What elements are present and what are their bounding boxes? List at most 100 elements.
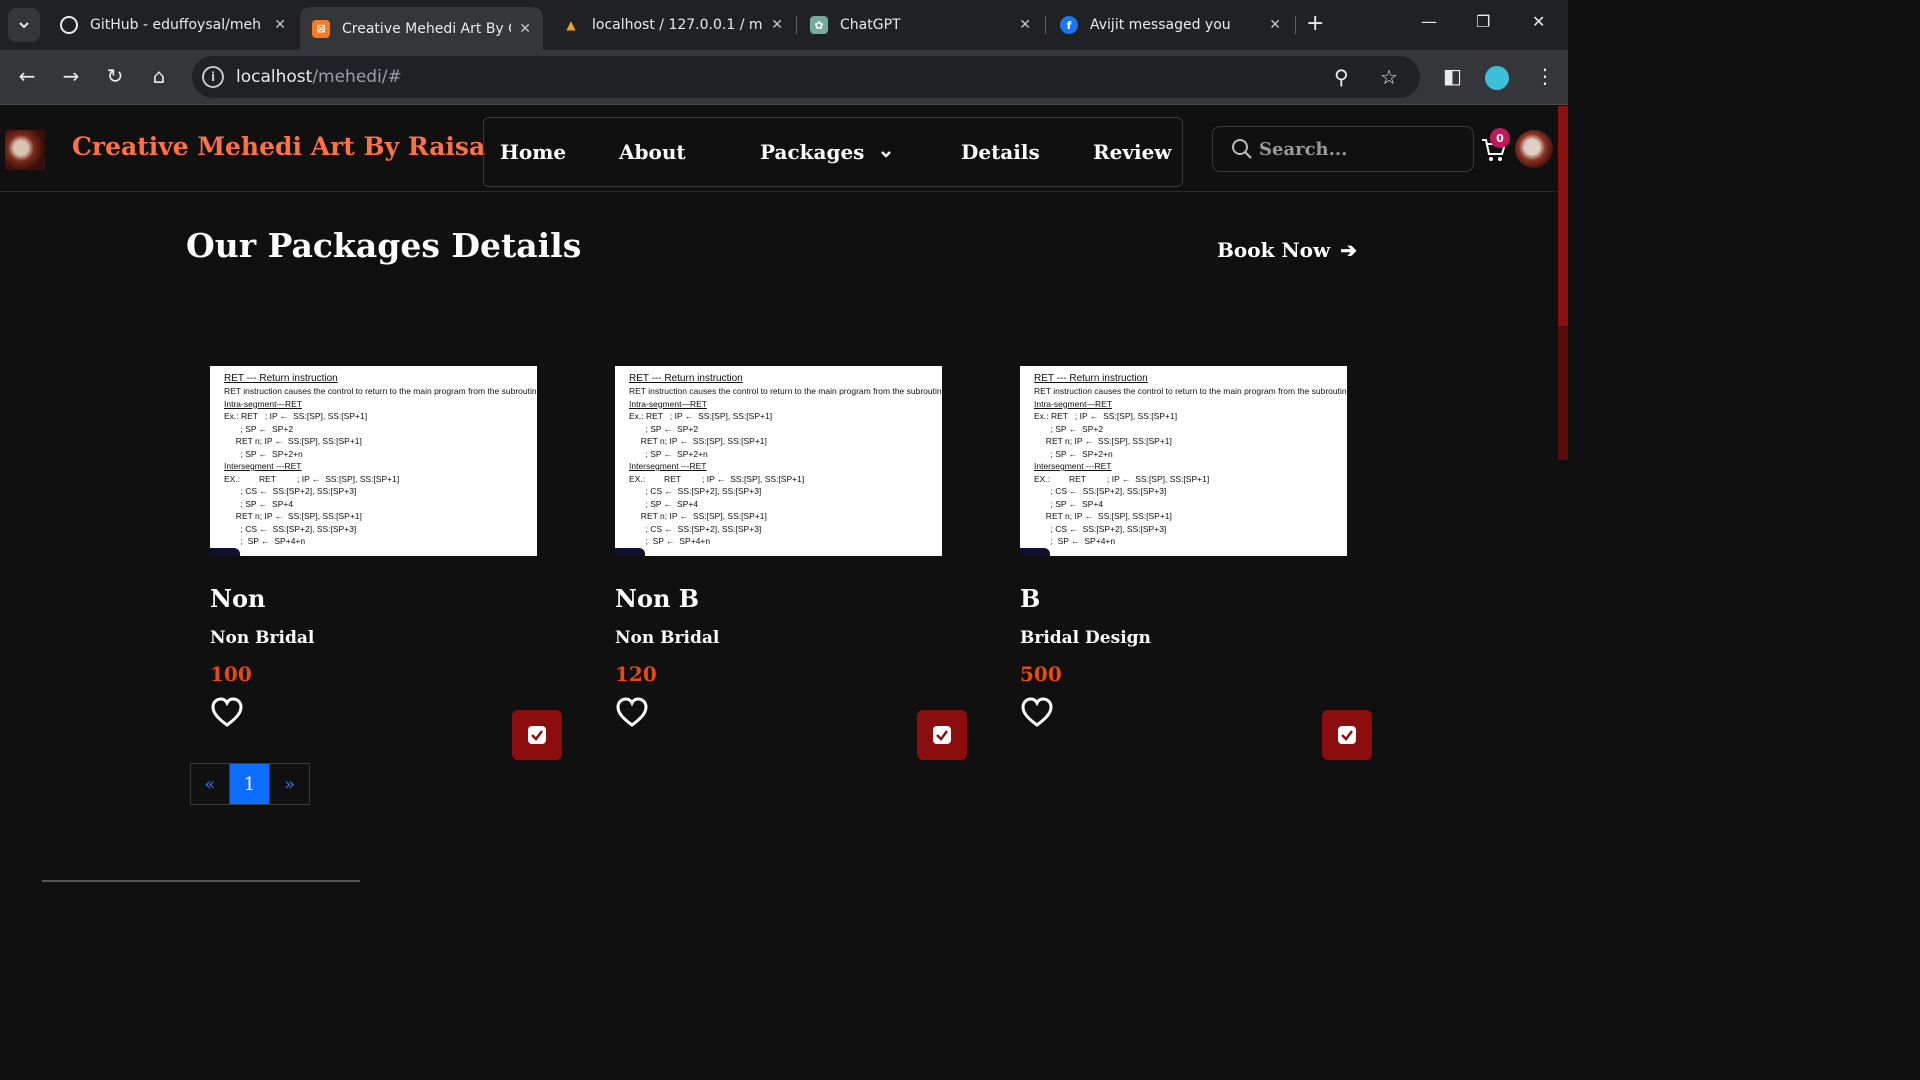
- minimize-icon[interactable]: —: [1421, 12, 1437, 31]
- forward-arrow-icon[interactable]: →: [58, 64, 84, 88]
- package-name: Non: [210, 584, 266, 613]
- tab-separator: [1045, 16, 1046, 34]
- close-icon[interactable]: ✕: [771, 17, 783, 33]
- tab-title: ChatGPT: [840, 17, 901, 33]
- thumbnail-text-line: ; SP ← SP+4+n: [1034, 536, 1116, 546]
- tab-github[interactable]: GitHub - eduffoysal/meh ✕: [48, 7, 298, 43]
- profile-avatar-icon[interactable]: [1485, 66, 1509, 90]
- avatar[interactable]: [1515, 130, 1553, 168]
- thumbnail-text-line: RET n; IP ← SS:[SP], SS:[SP+1]: [629, 436, 767, 446]
- thumbnail-text-line: Intersegment ---RET: [1034, 461, 1112, 471]
- image-corner: [1020, 548, 1050, 556]
- heart-icon[interactable]: [210, 696, 244, 728]
- package-card: RET --- Return instruction RET instructio…: [210, 366, 562, 761]
- pagination-next-button[interactable]: »: [270, 764, 309, 804]
- thumbnail-text-line: RET n; IP ← SS:[SP], SS:[SP+1]: [1034, 436, 1172, 446]
- package-price: 500: [1020, 662, 1062, 686]
- book-now-link[interactable]: Book Now ➔: [1217, 238, 1357, 262]
- menu-item-about[interactable]: About: [619, 140, 686, 164]
- thumbnail-text-line: Intersegment ---RET: [629, 461, 707, 471]
- menu-item-home[interactable]: Home: [500, 140, 566, 164]
- search-icon: [1232, 139, 1252, 159]
- add-to-cart-button[interactable]: [512, 710, 562, 760]
- close-icon[interactable]: ✕: [1019, 17, 1031, 33]
- xampp-icon: ⊠: [312, 19, 330, 38]
- scrollbar-thumb[interactable]: [1558, 106, 1568, 326]
- page-content: Creative Mehedi Art By Raisa Home About …: [0, 106, 1558, 882]
- thumbnail-text-line: RET --- Return instruction: [629, 373, 743, 384]
- brand-title[interactable]: Creative Mehedi Art By Raisa: [72, 132, 485, 161]
- back-arrow-icon[interactable]: ←: [14, 64, 40, 88]
- window-close-icon[interactable]: ✕: [1532, 12, 1545, 31]
- thumbnail-text-line: Intra-segment—RET: [1034, 398, 1112, 409]
- url-host: localhost: [236, 67, 313, 87]
- package-price: 120: [615, 662, 657, 686]
- pagination: « 1 »: [190, 763, 310, 805]
- chatgpt-icon: ✿: [810, 16, 828, 34]
- more-menu-icon[interactable]: ⋮: [1535, 64, 1555, 88]
- thumbnail-text-line: RET n; IP ← SS:[SP], SS:[SP+1]: [629, 511, 767, 521]
- thumbnail-text-line: ; SP ← SP+4: [224, 498, 294, 509]
- search-box: [1212, 126, 1474, 172]
- thumbnail-text-line: EX.: RET ; IP ← SS:[SP], SS:[SP+1]: [1034, 473, 1210, 484]
- site-navbar: Creative Mehedi Art By Raisa Home About …: [0, 106, 1558, 192]
- package-image[interactable]: RET --- Return instruction RET instructio…: [1020, 366, 1347, 556]
- bookmark-star-icon[interactable]: ☆: [1380, 65, 1398, 89]
- check-square-icon: [933, 726, 951, 744]
- facebook-icon: f: [1060, 16, 1078, 34]
- package-image[interactable]: RET --- Return instruction RET instructio…: [210, 366, 537, 556]
- image-corner: [615, 548, 645, 556]
- url-path: /mehedi/#: [312, 67, 402, 87]
- tab-separator: [1295, 16, 1296, 34]
- tab-phpmyadmin[interactable]: ▲ localhost / 127.0.0.1 / me ✕: [550, 7, 795, 43]
- heart-icon[interactable]: [615, 696, 649, 728]
- logo-image[interactable]: [5, 130, 45, 170]
- scrollbar-track-highlight: [1558, 326, 1568, 460]
- pagination-page-button[interactable]: 1: [230, 764, 270, 804]
- side-panel-icon[interactable]: ◧: [1443, 64, 1462, 88]
- package-category: Bridal Design: [1020, 628, 1151, 648]
- browser-tab-bar: GitHub - eduffoysal/meh ✕ ⊠ Creative Meh…: [0, 0, 1568, 50]
- tab-creative-mehedi[interactable]: ⊠ Creative Mehedi Art By C ✕: [300, 7, 543, 50]
- thumbnail-text-line: Ex.: RET ; IP ← SS:[SP], SS:[SP+1]: [224, 411, 368, 421]
- close-icon[interactable]: ✕: [519, 21, 531, 37]
- thumbnail-text-line: RET n; IP ← SS:[SP], SS:[SP+1]: [1034, 511, 1172, 521]
- pagination-prev-button[interactable]: «: [191, 764, 230, 804]
- add-to-cart-button[interactable]: [917, 710, 967, 760]
- thumbnail-text-line: ; SP ← SP+4: [629, 498, 699, 509]
- chevron-down-icon: [881, 150, 892, 158]
- heart-icon[interactable]: [1020, 696, 1054, 728]
- address-bar[interactable]: i localhost/mehedi/# ⚲ ☆: [192, 56, 1420, 98]
- restore-icon[interactable]: ❐: [1476, 12, 1490, 31]
- close-icon[interactable]: ✕: [274, 17, 286, 33]
- tab-title: Avijit messaged you: [1090, 17, 1231, 33]
- thumbnail-text-line: Ex.: RET ; IP ← SS:[SP], SS:[SP+1]: [629, 411, 773, 421]
- thumbnail-text-line: Intra-segment—RET: [629, 398, 707, 409]
- search-input[interactable]: [1259, 138, 1459, 160]
- thumbnail-text-line: Intra-segment—RET: [224, 398, 302, 409]
- thumbnail-text: RET --- Return instruction RET instructio…: [629, 372, 942, 548]
- tab-search-button[interactable]: [8, 8, 40, 42]
- package-name: Non B: [615, 584, 700, 613]
- reload-icon[interactable]: ↻: [102, 64, 128, 88]
- add-to-cart-button[interactable]: [1322, 710, 1372, 760]
- arrow-right-icon: ➔: [1340, 238, 1358, 262]
- thumbnail-text-line: ; SP ← SP+2+n: [629, 448, 708, 459]
- package-image[interactable]: RET --- Return instruction RET instructio…: [615, 366, 942, 556]
- menu-item-packages[interactable]: Packages: [760, 140, 893, 164]
- thumbnail-text-line: RET n; IP ← SS:[SP], SS:[SP+1]: [224, 436, 362, 446]
- tab-chatgpt[interactable]: ✿ ChatGPT ✕: [798, 7, 1043, 43]
- thumbnail-text-line: EX.: RET ; IP ← SS:[SP], SS:[SP+1]: [224, 473, 400, 484]
- tab-facebook[interactable]: f Avijit messaged you ✕: [1048, 7, 1293, 43]
- location-pin-icon[interactable]: ⚲: [1334, 65, 1349, 89]
- url-text: localhost/mehedi/#: [236, 67, 402, 87]
- menu-item-review[interactable]: Review: [1093, 140, 1172, 164]
- close-icon[interactable]: ✕: [1269, 17, 1281, 33]
- package-category: Non Bridal: [615, 628, 720, 648]
- menu-item-details[interactable]: Details: [961, 140, 1040, 164]
- thumbnail-text-line: ; CS ← SS:[SP+2], SS:[SP+3]: [224, 523, 357, 534]
- site-info-icon[interactable]: i: [202, 66, 224, 88]
- new-tab-plus-icon[interactable]: +: [1306, 12, 1324, 36]
- thumbnail-text: RET --- Return instruction RET instructio…: [1034, 372, 1347, 548]
- home-icon[interactable]: ⌂: [146, 64, 172, 88]
